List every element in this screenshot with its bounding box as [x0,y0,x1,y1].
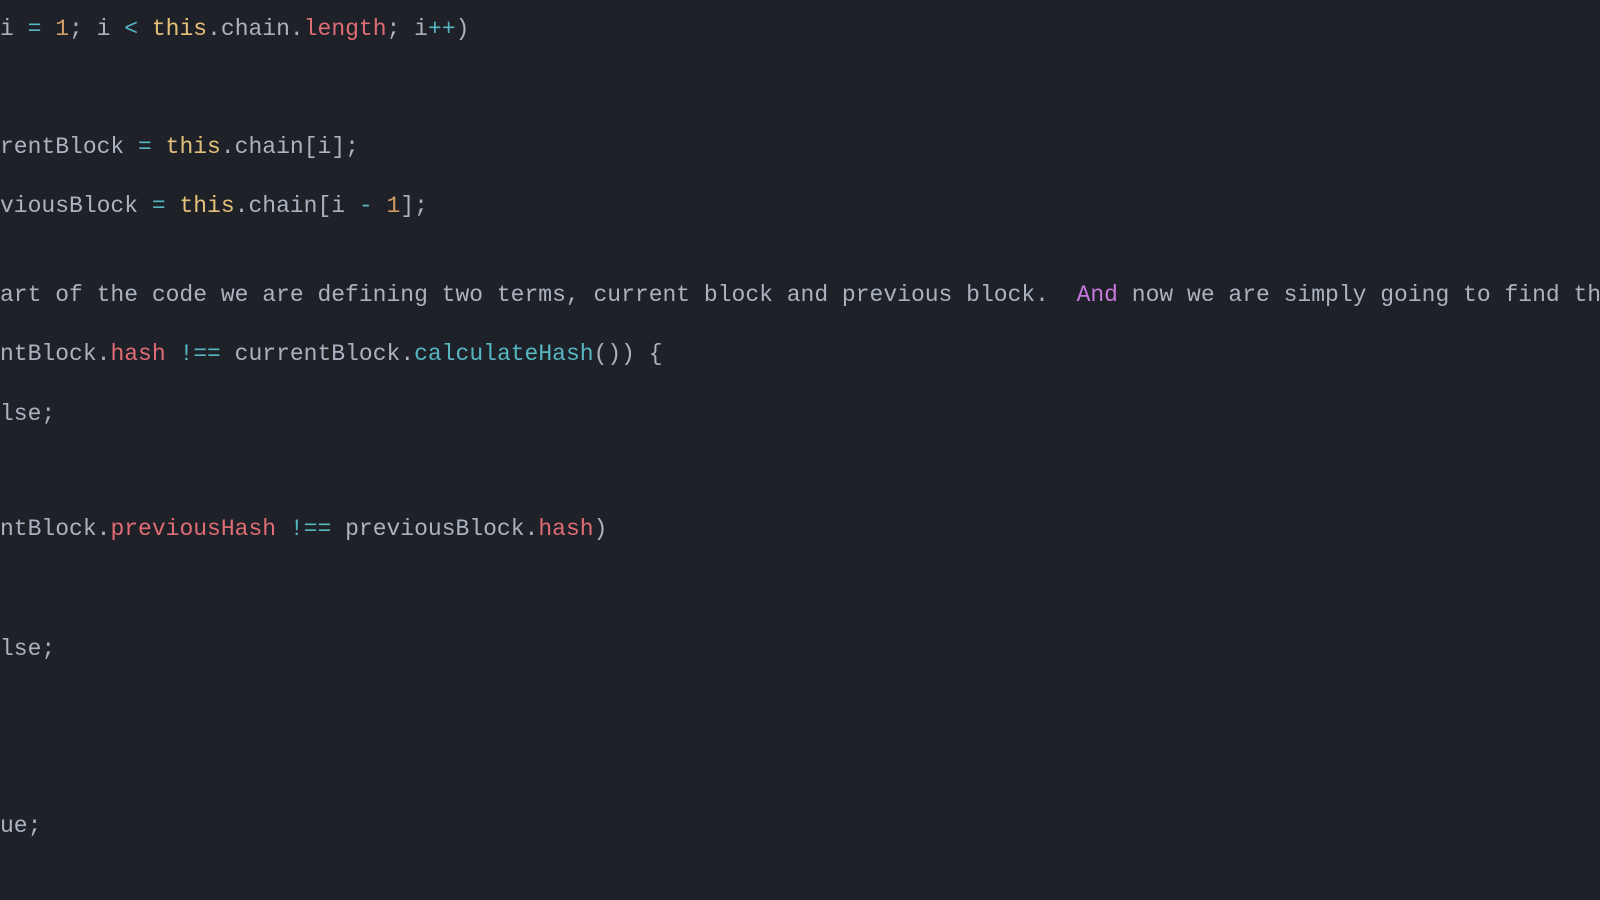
code-token: art of the code we are defining two term… [0,282,1077,308]
code-token: !== [179,341,234,367]
code-token: viousBlock [0,193,152,219]
code-token: now we are simply going to find the hash… [1118,282,1600,308]
code-token: calculateHash [414,341,593,367]
code-token: = [152,193,180,219]
code-token: chain [221,16,290,42]
code-token: ; [69,16,97,42]
code-token: lse [0,401,41,427]
code-token: = [138,134,166,160]
code-token: ntBlock [0,516,97,542]
code-token: ue [0,813,28,839]
code-token: = [28,16,56,42]
code-token: hash [110,341,179,367]
code-token: ++ [428,16,456,42]
code-token: And [1077,282,1118,308]
code-token: ; [41,636,55,662]
code-token: ntBlock [0,341,97,367]
code-token: hash [538,516,593,542]
code-token: [ [304,134,318,160]
code-token: . [97,341,111,367]
code-token: length [304,16,387,42]
code-token: this [179,193,234,219]
code-token: rentBlock [0,134,138,160]
code-token: . [97,516,111,542]
code-token: 1 [55,16,69,42]
code-token: [ [317,193,331,219]
code-token: ]; [331,134,359,160]
code-line[interactable]: ntBlock.previousHash !== previousBlock.h… [0,500,607,559]
code-token: i [318,134,332,160]
code-token: i [97,16,125,42]
code-line[interactable]: rentBlock = this.chain[i]; [0,118,359,177]
code-token: ; [28,813,42,839]
code-line[interactable]: lse; [0,385,55,444]
code-line[interactable]: i = 1; i < this.chain.length; i++) [0,0,469,59]
code-token: . [207,16,221,42]
code-token: this [152,16,207,42]
code-token: ]; [400,193,428,219]
code-token: . [290,16,304,42]
code-line[interactable]: lse; [0,620,55,679]
code-token: . [525,516,539,542]
code-token: this [166,134,221,160]
code-token: . [221,134,235,160]
code-token: previousHash [110,516,289,542]
code-token: previousBlock [345,516,524,542]
code-token: chain [235,134,304,160]
code-token: ; [387,16,415,42]
code-line[interactable]: viousBlock = this.chain[i - 1]; [0,177,428,236]
code-token: ) [456,16,470,42]
code-line[interactable]: ntBlock.hash !== currentBlock.calculateH… [0,325,663,384]
code-token: ()) { [594,341,663,367]
code-token: < [124,16,152,42]
code-token: lse [0,636,41,662]
code-token: !== [290,516,345,542]
code-line[interactable]: art of the code we are defining two term… [0,266,1600,325]
code-token: ) [594,516,608,542]
code-token: . [235,193,249,219]
code-token: . [400,341,414,367]
code-token: ; [41,401,55,427]
code-token: i [414,16,428,42]
code-token: i [0,16,28,42]
code-token: currentBlock [235,341,401,367]
code-token: chain [248,193,317,219]
code-line[interactable]: ue; [0,797,41,856]
code-token: 1 [387,193,401,219]
code-token: - [359,193,387,219]
code-token: i [331,193,359,219]
